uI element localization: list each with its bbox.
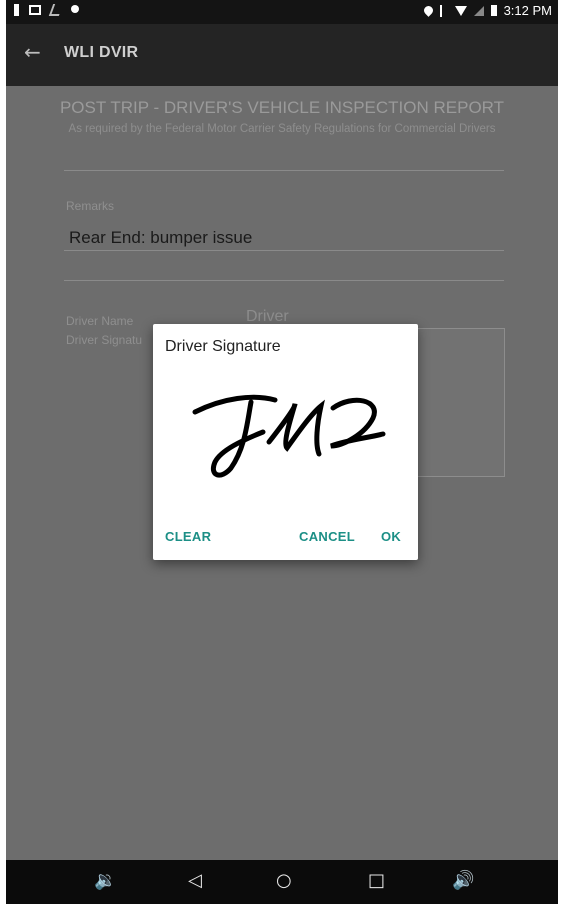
home-circle-icon[interactable]: ○ bbox=[276, 871, 292, 891]
report-title: POST TRIP - DRIVER'S VEHICLE INSPECTION … bbox=[59, 98, 505, 117]
report-subtitle: As required by the Federal Motor Carrier… bbox=[68, 123, 496, 135]
dialog-title: Driver Signature bbox=[165, 338, 281, 355]
notification-icon bbox=[14, 4, 19, 16]
back-triangle-icon[interactable]: ◁ bbox=[188, 871, 202, 891]
remarks-input[interactable]: Rear End: bumper issue bbox=[69, 228, 252, 248]
signature-stroke bbox=[211, 399, 266, 478]
navigation-bar: 🔉 ◁ ○ □ 🔊 bbox=[6, 860, 558, 904]
bluetooth-icon bbox=[439, 4, 448, 17]
signature-dialog: Driver Signature CLEAR CANCEL OK bbox=[153, 324, 418, 560]
recents-square-icon[interactable]: □ bbox=[368, 871, 385, 891]
android-icon bbox=[71, 5, 79, 13]
app-bar: ← WLI DVIR bbox=[6, 24, 558, 86]
cancel-button[interactable]: CANCEL bbox=[299, 529, 355, 544]
image-icon bbox=[48, 4, 64, 16]
status-bar: 3:12 PM bbox=[6, 0, 558, 24]
remarks-underline bbox=[64, 250, 504, 251]
location-icon bbox=[421, 4, 435, 17]
screen-frame: 3:12 PM ← WLI DVIR POST TRIP - DRIVER'S … bbox=[6, 0, 558, 904]
notification-icons bbox=[14, 4, 79, 16]
remarks-label: Remarks bbox=[66, 199, 115, 213]
status-time: 3:12 PM bbox=[503, 3, 552, 18]
signature-canvas[interactable] bbox=[183, 384, 393, 484]
driver-name-label: Driver Name bbox=[66, 314, 134, 328]
arrow-left-icon[interactable]: ← bbox=[24, 40, 41, 64]
volume-up-icon[interactable]: 🔊 bbox=[452, 871, 474, 891]
wifi-icon bbox=[454, 5, 467, 16]
system-icons: 3:12 PM bbox=[421, 3, 552, 18]
signature-stroke bbox=[330, 397, 386, 449]
divider bbox=[64, 170, 504, 171]
driver-signature-label: Driver Signatu bbox=[66, 333, 143, 347]
ok-button[interactable]: OK bbox=[381, 529, 401, 544]
message-icon bbox=[29, 5, 41, 15]
battery-icon bbox=[490, 5, 497, 16]
divider bbox=[64, 280, 504, 281]
app-title: WLI DVIR bbox=[64, 44, 139, 61]
clear-button[interactable]: CLEAR bbox=[165, 529, 211, 544]
signature-stroke bbox=[192, 394, 278, 415]
volume-down-icon[interactable]: 🔉 bbox=[94, 871, 116, 891]
signature-stroke bbox=[266, 399, 325, 457]
signal-icon bbox=[473, 5, 484, 16]
